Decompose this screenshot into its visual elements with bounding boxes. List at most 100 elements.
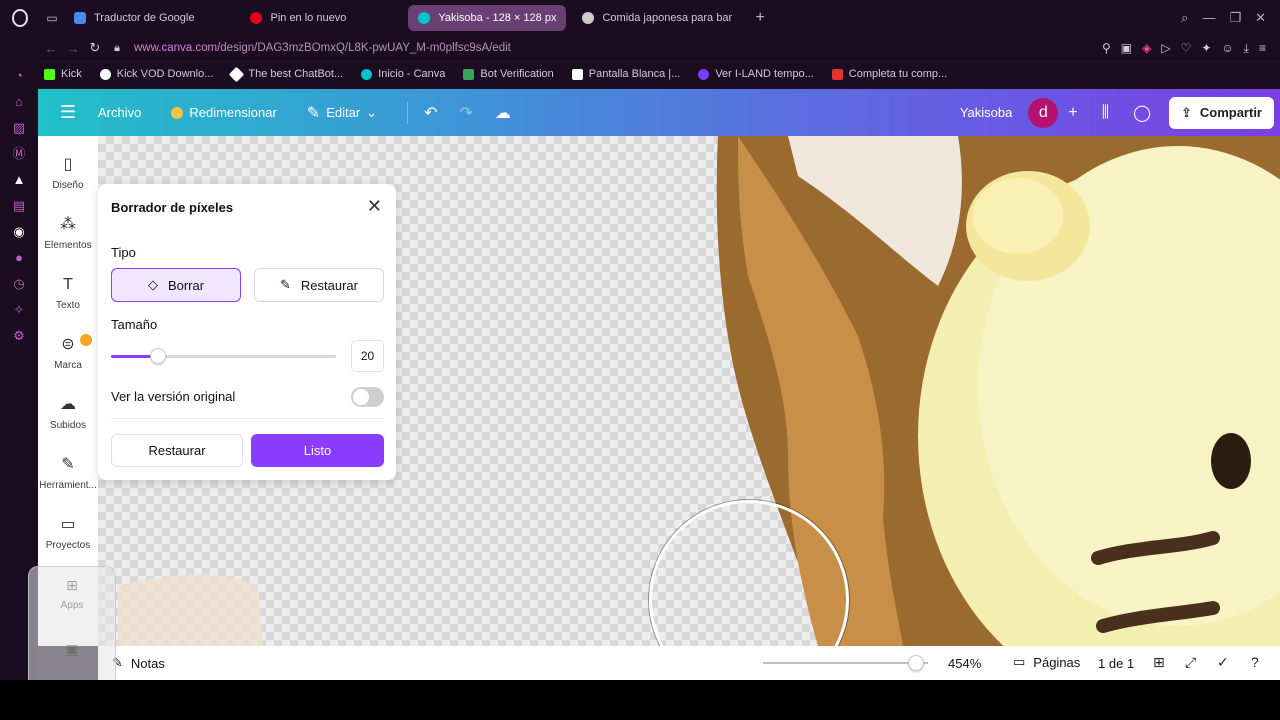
tab-yakisoba[interactable]: Yakisoba - 128 × 128 px [408,5,567,31]
notes-button[interactable]: ✎ Notas [112,655,165,671]
nav-label: Elementos [44,240,92,251]
erase-mode-button[interactable]: ◇ Borrar [111,268,241,302]
apps-floating-panel[interactable]: ⊞ Apps ▣ [28,566,116,694]
extensions-icon[interactable]: ✧ [11,302,27,318]
original-toggle[interactable] [351,387,384,407]
nav-marca[interactable]: ⊜ Marca [38,334,98,396]
share-button[interactable]: ⇪ Compartir [1168,96,1274,129]
aria-icon[interactable]: ◔ [11,68,27,84]
bookmark-label: Inicio - Canva [378,68,446,80]
messenger-icon[interactable]: Ⓜ [11,146,27,162]
help-icon[interactable]: ? [1251,654,1259,670]
cloud-save-icon[interactable]: ☁ [495,103,511,123]
fullscreen-icon[interactable]: ⤢ [1185,654,1196,671]
tab-comida[interactable]: Comida japonesa para bar [572,5,742,31]
check-icon[interactable]: ✓ [1217,654,1229,671]
magic-media-icon: ▣ [65,641,79,657]
shield-icon[interactable]: ◈ [1142,41,1151,56]
zoom-slider[interactable] [763,655,928,671]
archivo-menu[interactable]: Archivo [98,105,141,120]
nav-herramientas[interactable]: ✎ Herramient... [38,456,98,516]
maximize-icon[interactable]: ❐ [1229,10,1241,26]
bookmark-pantalla-blanca[interactable]: Pantalla Blanca |... [571,68,680,80]
reload-icon[interactable]: ↻ [84,40,106,56]
history-icon[interactable]: ◷ [11,276,27,292]
back-icon[interactable]: ← [40,41,62,56]
restore-mode-button[interactable]: ✎ Restaurar [254,268,384,302]
tools-icon: ✎ [61,456,75,473]
extensions-icon[interactable]: ✦ [1201,41,1211,56]
new-tab-button[interactable]: + [748,9,772,27]
twitch-icon[interactable]: ▤ [11,198,27,214]
avatar[interactable]: d [1028,97,1059,128]
settings-icon[interactable]: ⚙ [11,328,27,344]
hamburger-menu-icon[interactable]: ☰ [38,102,98,123]
bookmark-kick[interactable]: Kick [44,68,82,80]
bookmark-chatbot[interactable]: The best ChatBot... [229,66,343,82]
diamond-icon [229,66,245,82]
forward-icon[interactable]: → [62,41,84,56]
redimensionar-button[interactable]: Redimensionar [171,105,277,120]
pages-label: Páginas [1033,654,1081,670]
music-icon[interactable]: ● [11,250,27,266]
shapes-icon: ⁂ [60,216,76,233]
close-icon[interactable]: ✕ [367,196,382,217]
apps-icon: ⊞ [66,577,78,593]
bookmark-label: Kick VOD Downlo... [116,68,214,80]
play-icon[interactable]: ▷ [1161,41,1170,56]
bookmark-bot-verification[interactable]: Bot Verification [463,68,554,80]
pages-button[interactable]: ▭ Páginas [1013,654,1080,670]
download-icon[interactable]: ⤓ [1244,41,1249,56]
nav-texto[interactable]: T Texto [38,276,98,336]
arc-icon[interactable]: ▲ [11,172,27,188]
crypto-wallet-icon[interactable]: ⌂ [11,94,27,110]
bookmark-label: Completa tu comp... [848,68,948,80]
bookmark-iland[interactable]: Ver I-LAND tempo... [698,68,814,80]
tab-pinterest[interactable]: Pin en lo nuevo [240,5,356,31]
bookmark-canva[interactable]: Inicio - Canva [361,68,445,80]
comment-icon[interactable]: ◯ [1133,103,1151,123]
pin-icon[interactable]: ⚲ [1102,41,1111,56]
grid-view-icon[interactable]: ⊞ [1153,654,1165,671]
zoom-slider-handle[interactable] [908,655,925,671]
share-label: Compartir [1199,105,1262,120]
nav-subidos[interactable]: ☁ Subidos [38,396,98,456]
bookmark-kick-vod[interactable]: Kick VOD Downlo... [99,68,214,80]
page-count[interactable]: 1 de 1 [1098,656,1134,671]
opera-logo[interactable] [0,0,40,36]
size-slider-handle[interactable] [150,348,167,364]
analytics-icon[interactable]: ⫼ [1102,104,1109,122]
lock-icon[interactable]: 🔒︎ [106,42,128,55]
menu-icon[interactable]: ≡ [1259,41,1266,56]
close-window-icon[interactable]: ✕ [1255,10,1266,26]
restore-button[interactable]: Restaurar [111,434,243,467]
size-input[interactable]: 20 [351,340,384,372]
zoom-value[interactable]: 454% [948,656,981,671]
redo-icon[interactable]: ↷ [459,103,472,123]
design-title[interactable]: Yakisoba [960,105,1013,120]
crown-icon [171,106,184,119]
instagram-icon[interactable]: ▨ [11,120,27,136]
undo-icon[interactable]: ↶ [424,103,437,123]
profile-icon[interactable]: ☺ [1221,41,1233,56]
discord-icon[interactable]: ◉ [11,224,27,240]
screenshot-icon[interactable]: ▣ [1121,41,1132,56]
nav-diseno[interactable]: ▯ Diseño [38,156,98,216]
bookmark-completa[interactable]: Completa tu comp... [831,68,948,80]
tab-traductor[interactable]: Traductor de Google [64,5,204,31]
layout-icon: ▯ [63,156,73,173]
tab-menu-icon[interactable]: ▭ [40,0,64,36]
url-field[interactable]: www.canva.com/design/DAG3mzBOmxQ/L8K-pwU… [134,42,511,54]
minimize-icon[interactable]: — [1202,10,1215,26]
pixel-eraser-panel: Borrador de píxeles ✕ Tipo ◇ Borrar ✎ Rest… [98,184,396,480]
editar-menu[interactable]: ✎ Editar ⌄ [307,103,377,123]
tab-label: Comida japonesa para bar [602,12,733,24]
original-label: Ver la versión original [111,389,236,404]
add-collaborator-icon[interactable]: + [1068,104,1077,122]
done-button[interactable]: Listo [251,434,384,467]
nav-elementos[interactable]: ⁂ Elementos [38,216,98,276]
size-slider[interactable] [111,348,336,364]
search-icon[interactable]: ⌕ [1181,10,1188,26]
link-icon [99,68,111,80]
heart-icon[interactable]: ♡ [1181,41,1192,56]
